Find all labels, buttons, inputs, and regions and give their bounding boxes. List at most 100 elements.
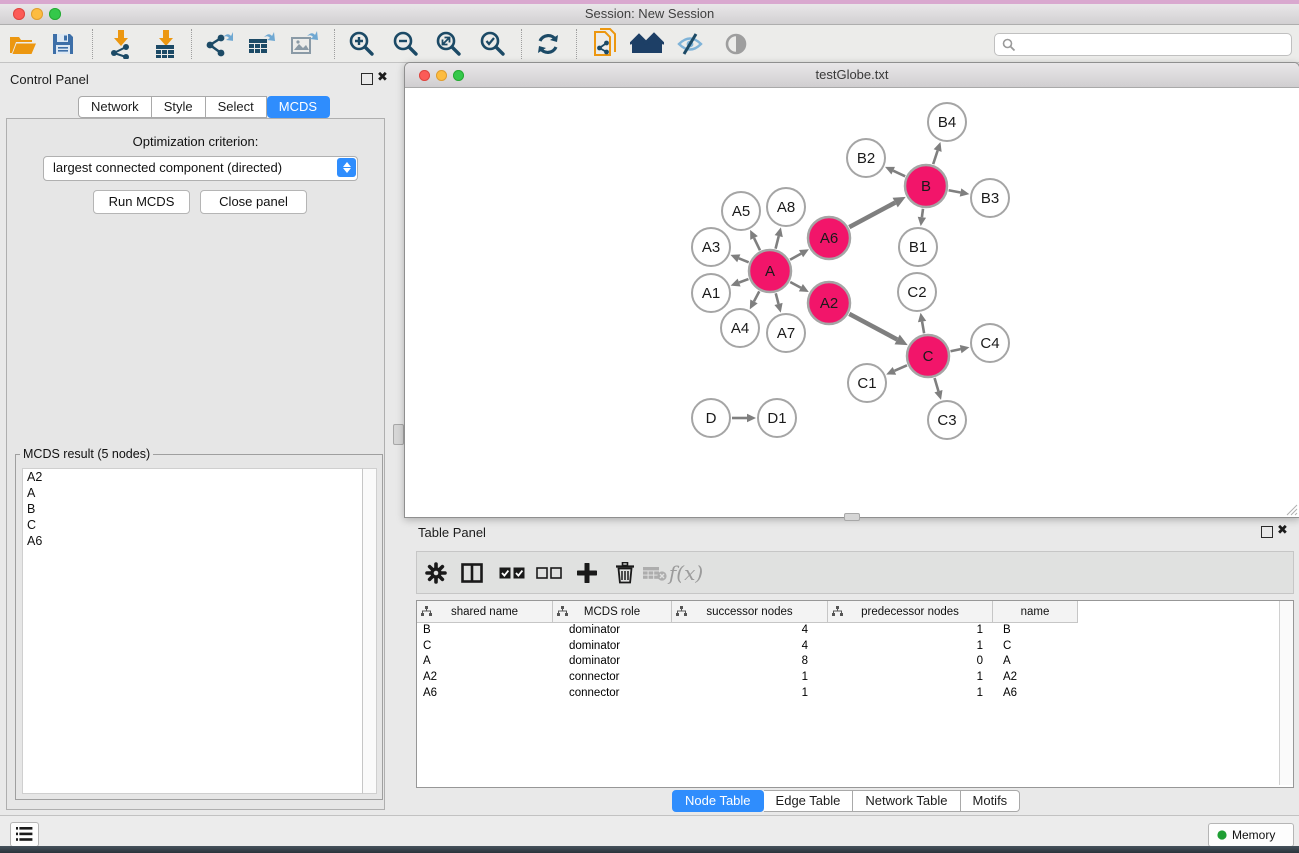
table-cell[interactable]: 1 [672, 686, 828, 702]
table-cell[interactable]: C [417, 639, 553, 655]
settings-icon[interactable] [419, 552, 453, 593]
export-image-icon[interactable] [287, 28, 321, 60]
table-cell[interactable]: A [993, 654, 1078, 670]
zoom-in-icon[interactable] [344, 28, 378, 60]
float-table-panel-icon[interactable] [1261, 526, 1273, 538]
table-cell[interactable]: A2 [993, 670, 1078, 686]
graph-node-A7[interactable]: A7 [767, 314, 805, 352]
graph-edge-A-A7[interactable] [774, 293, 782, 312]
export-network-icon[interactable] [201, 28, 235, 60]
mcds-result-item[interactable]: A6 [23, 533, 364, 549]
table-cell[interactable]: B [417, 623, 553, 639]
split-panel-icon[interactable] [455, 552, 489, 593]
graph-edge-C-C3[interactable] [934, 378, 942, 400]
table-cell[interactable]: 1 [828, 623, 993, 639]
tab-style[interactable]: Style [152, 96, 206, 118]
table-cell[interactable]: dominator [553, 623, 672, 639]
graph-edge-B-B1[interactable] [918, 209, 926, 226]
memory-button[interactable]: Memory [1208, 823, 1294, 847]
export-table-icon[interactable] [244, 28, 278, 60]
graph-node-A8[interactable]: A8 [767, 188, 805, 226]
table-row[interactable]: A6connector11A6 [417, 686, 1279, 702]
network-window-titlebar[interactable]: testGlobe.txt [405, 63, 1299, 88]
table-cell[interactable]: A6 [993, 686, 1078, 702]
first-neighbors-icon[interactable] [630, 28, 664, 60]
table-cell[interactable]: dominator [553, 654, 672, 670]
task-history-button[interactable] [10, 822, 39, 847]
mcds-result-list[interactable]: A2ABCA6 [22, 468, 365, 794]
graph-node-D[interactable]: D [692, 399, 730, 437]
float-panel-icon[interactable] [361, 73, 373, 85]
table-cell[interactable]: A [417, 654, 553, 670]
criterion-dropdown[interactable]: largest connected component (directed) [43, 156, 358, 181]
graph-node-A[interactable]: A [749, 250, 791, 292]
new-network-from-selection-icon[interactable] [588, 28, 622, 60]
table-cell[interactable]: 1 [828, 639, 993, 655]
graph-node-B3[interactable]: B3 [971, 179, 1009, 217]
graph-node-A5[interactable]: A5 [722, 192, 760, 230]
graph-node-B1[interactable]: B1 [899, 228, 937, 266]
graph-node-D1[interactable]: D1 [758, 399, 796, 437]
add-icon[interactable] [570, 552, 604, 593]
graph-node-A6[interactable]: A6 [808, 217, 850, 259]
vertical-splitter-grip[interactable] [393, 424, 404, 445]
graph-node-A3[interactable]: A3 [692, 228, 730, 266]
graph-node-C3[interactable]: C3 [928, 401, 966, 439]
search-input[interactable] [1019, 35, 1287, 54]
graph-edge-B-B2[interactable] [885, 167, 905, 176]
close-table-panel-icon[interactable]: ✖ [1277, 526, 1288, 536]
mcds-result-item[interactable]: A [23, 485, 364, 501]
graph-node-C1[interactable]: C1 [848, 364, 886, 402]
table-cell[interactable]: 1 [672, 670, 828, 686]
network-graph[interactable]: AA1A2A3A4A5A6A7A8BB1B2B3B4CC1C2C3C4DD1 [405, 88, 1297, 515]
table-tab-node-table[interactable]: Node Table [672, 790, 764, 812]
resize-grip-icon[interactable] [1286, 504, 1298, 516]
graph-edge-A-A5[interactable] [750, 230, 760, 250]
delete-icon[interactable] [608, 552, 642, 593]
import-table-icon[interactable] [148, 28, 182, 60]
table-cell[interactable]: 4 [672, 639, 828, 655]
table-tab-network-table[interactable]: Network Table [853, 790, 960, 812]
table-row[interactable]: A2connector11A2 [417, 670, 1279, 686]
graph-node-C4[interactable]: C4 [971, 324, 1009, 362]
table-cell[interactable]: A6 [417, 686, 553, 702]
table-tab-motifs[interactable]: Motifs [961, 790, 1021, 812]
run-mcds-button[interactable]: Run MCDS [93, 190, 190, 214]
show-graphics-details-icon[interactable] [719, 28, 753, 60]
graph-edge-A6-B[interactable] [849, 197, 905, 227]
column-header-name[interactable]: name [993, 601, 1078, 622]
zoom-fit-icon[interactable] [431, 28, 465, 60]
graph-edge-A-A4[interactable] [750, 291, 760, 309]
deselect-all-icon[interactable] [532, 552, 566, 593]
zoom-out-icon[interactable] [388, 28, 422, 60]
refresh-icon[interactable] [531, 28, 565, 60]
column-header-mcds-role[interactable]: MCDS role [553, 601, 672, 622]
graph-edge-A-A3[interactable] [730, 254, 748, 262]
graph-node-B[interactable]: B [905, 165, 947, 207]
graph-node-B4[interactable]: B4 [928, 103, 966, 141]
graph-node-B2[interactable]: B2 [847, 139, 885, 177]
graph-node-A1[interactable]: A1 [692, 274, 730, 312]
delete-column-icon[interactable] [638, 552, 672, 593]
mcds-result-item[interactable]: A2 [23, 469, 364, 485]
table-cell[interactable]: 8 [672, 654, 828, 670]
import-network-icon[interactable] [103, 28, 137, 60]
table-cell[interactable]: connector [553, 686, 672, 702]
column-header-predecessor-nodes[interactable]: predecessor nodes [828, 601, 993, 622]
tab-select[interactable]: Select [206, 96, 267, 118]
graph-edge-A-A1[interactable] [731, 279, 749, 287]
mcds-result-item[interactable]: C [23, 517, 364, 533]
graph-edge-B-B3[interactable] [949, 188, 970, 196]
select-all-icon[interactable] [495, 552, 529, 593]
graph-edge-A-A2[interactable] [790, 282, 809, 292]
graph-edge-C-C2[interactable] [918, 313, 926, 334]
graph-node-C[interactable]: C [907, 335, 949, 377]
open-session-icon[interactable] [6, 28, 40, 60]
graph-node-A2[interactable]: A2 [808, 282, 850, 324]
graph-edge-C-C1[interactable] [886, 365, 907, 374]
graph-node-A4[interactable]: A4 [721, 309, 759, 347]
network-canvas[interactable]: AA1A2A3A4A5A6A7A8BB1B2B3B4CC1C2C3C4DD1 [405, 88, 1299, 517]
close-panel-icon[interactable]: ✖ [377, 73, 388, 83]
hide-selected-icon[interactable] [673, 28, 707, 60]
close-panel-button[interactable]: Close panel [200, 190, 307, 214]
